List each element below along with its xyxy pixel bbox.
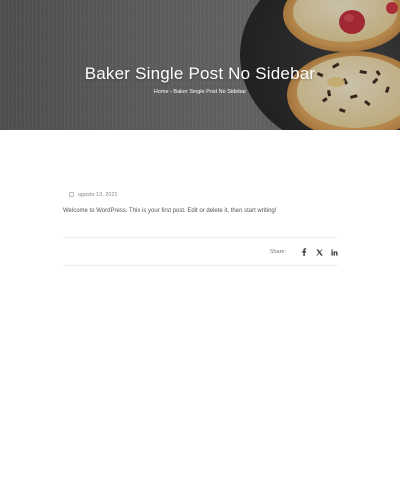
x-twitter-icon[interactable] [315,248,323,256]
share-divider-top [63,237,338,238]
post-meta: agosto 13, 2021 [69,192,117,198]
breadcrumb-home-link[interactable]: Home [154,89,169,95]
calendar-icon [69,192,74,197]
page-title: Baker Single Post No Sidebar [84,64,316,83]
post-date: agosto 13, 2021 [78,192,118,198]
share-label: Share: [269,249,286,255]
facebook-icon[interactable] [300,248,308,256]
post-content: Welcome to WordPress. This is your first… [63,208,277,214]
share-divider-bottom [63,265,338,266]
breadcrumb: Home › Baker Single Post No Sidebar [0,89,400,95]
page-header-hero: Baker Single Post No Sidebar Home › Bake… [0,0,400,130]
share-bar: Share: [270,247,338,257]
breadcrumb-separator: › [170,89,172,95]
breadcrumb-current: Baker Single Post No Sidebar [173,89,247,95]
linkedin-icon[interactable] [330,248,338,256]
